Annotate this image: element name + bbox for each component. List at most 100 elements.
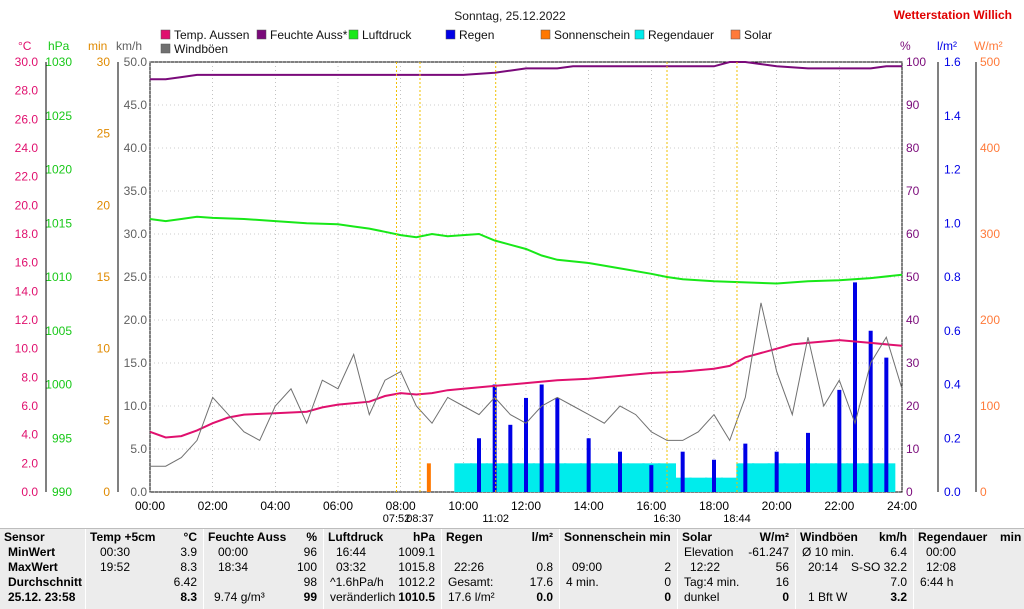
legend-swatch [348,29,359,40]
bar-regen [618,451,622,492]
x-tick-label: 08:00 [386,499,416,513]
bar-regendauer [720,477,739,492]
bar-regen [586,438,591,492]
col-feuchte: Feuchte Auss% 00:00 96 18:34 100 98 9.74 g… [204,529,324,609]
col-unit: min [1000,530,1022,544]
axis-tick-rain: 0.8 [944,270,961,284]
station-name: Wetterstation Willich [894,8,1012,22]
x-tick-label: 00:00 [135,499,165,513]
axis-tick-temp: 6.0 [21,399,38,413]
cell-value: 56 [775,560,789,574]
x-tick-label: 06:00 [323,499,353,513]
axis-tick-temp: 4.0 [21,428,38,442]
axis-unit-rain: l/m² [937,39,957,53]
col-temp: Temp +5cm °C 00:30 3.9 19:52 8.3 6.42 8.3 [86,529,204,609]
weather-chart: Sonntag, 25.12.2022 Wetterstation Willic… [0,0,1024,528]
cell-value: 6.4 [890,545,907,559]
bar-regen [774,451,779,492]
row-label: Durchschnitt [8,575,83,589]
axis-tick-solar: 400 [980,141,1000,155]
col-header: Regen [446,530,483,544]
cell-value: 2 [664,560,671,574]
legend-swatch [540,29,551,40]
axis-tick-temp: 16.0 [15,256,39,270]
bar-regen [555,397,560,492]
cell-value: 0 [664,590,671,604]
axis-unit-humidity: % [900,39,911,53]
cell-time: 6:44 h [920,575,954,589]
legend-swatch [445,29,456,40]
marker-label: 11:02 [482,513,509,525]
cell-time: 12:22 [690,560,721,574]
axis-tick-hum: 20 [906,399,920,413]
bar-regendauer [814,463,833,492]
axis-tick-hum: 50 [906,270,920,284]
axis-tick-wind: 50.0 [124,55,148,69]
axis-tick-min: 15 [97,270,111,284]
bar-regen [649,465,654,492]
col-header: Temp +5cm [90,530,156,544]
axis-unit-wind: km/h [116,39,142,53]
cell-time: 00:00 [218,545,249,559]
axis-tick-temp: 24.0 [15,141,39,155]
cell-time: 20:14 [808,560,839,574]
axis-tick-min: 0 [103,485,110,499]
axis-tick-temp: 2.0 [21,456,38,470]
cell-value: 0.0 [536,590,553,604]
axis-tick-min: 10 [97,342,111,356]
bar-regendauer [626,463,645,492]
axis-unit-minutes: min [88,39,107,53]
col-header: Sonnenschein min [564,530,671,544]
cell-value: 6.42 [173,575,197,589]
cell-value: 99 [303,590,317,604]
axis-tick-rain: 0.2 [944,431,961,445]
marker-label: 08:37 [406,513,434,525]
axis-tick-rain: 0.4 [944,378,961,392]
axis-tick-min: 20 [97,198,111,212]
x-tick-label: 20:00 [762,499,792,513]
bar-regendauer [595,463,614,492]
cell-value: S-SO 32.2 [850,560,907,574]
axis-tick-press: 1025 [45,109,72,123]
bar-regen [806,432,810,492]
x-tick-label: 14:00 [574,499,604,513]
cell-time: 00:00 [926,545,957,559]
col-unit: W/m² [759,530,789,544]
axis-tick-rain: 1.0 [944,216,961,230]
cell-time: 19:52 [100,560,131,574]
axis-tick-wind: 35.0 [124,184,148,198]
x-tick-label: 16:00 [636,499,666,513]
bar-regendauer [454,463,473,492]
axis-tick-hum: 80 [906,141,920,155]
legend-label: Temp. Aussen [174,28,249,42]
axis-tick-solar: 0 [980,485,987,499]
axis-tick-wind: 45.0 [124,98,148,112]
legend-label: Regen [459,28,494,42]
axis-tick-temp: 10.0 [15,342,39,356]
axis-tick-wind: 5.0 [130,442,147,456]
axis-tick-temp: 18.0 [15,227,39,241]
cell-value: 8.3 [180,560,197,574]
bar-regen [508,424,513,492]
axis-tick-hum: 40 [906,313,920,327]
col-header: Sensor [4,530,45,544]
axis-tick-press: 990 [52,485,72,499]
cell-time: Elevation [684,545,734,559]
legend-label: Solar [744,28,772,42]
col-regen: Regen l/m² 22:26 0.8 Gesamt: 17.6 17.6 l/m²… [442,529,560,609]
axis-tick-press: 1030 [45,55,72,69]
axis-tick-press: 1015 [45,216,72,230]
legend-swatch [160,29,171,40]
bar-regen [477,438,481,492]
cell-time: 22:26 [454,560,485,574]
legend-label: Windböen [174,42,228,56]
axis-tick-press: 995 [52,431,72,445]
axis-tick-solar: 200 [980,313,1000,327]
legend-swatch [634,29,645,40]
col-header: Luftdruck [328,530,384,544]
x-tick-label: 02:00 [198,499,228,513]
axis-tick-min: 30 [97,55,111,69]
axis-tick-hum: 60 [906,227,920,241]
legend-swatch [160,43,171,54]
bar-regendauer [752,463,770,492]
